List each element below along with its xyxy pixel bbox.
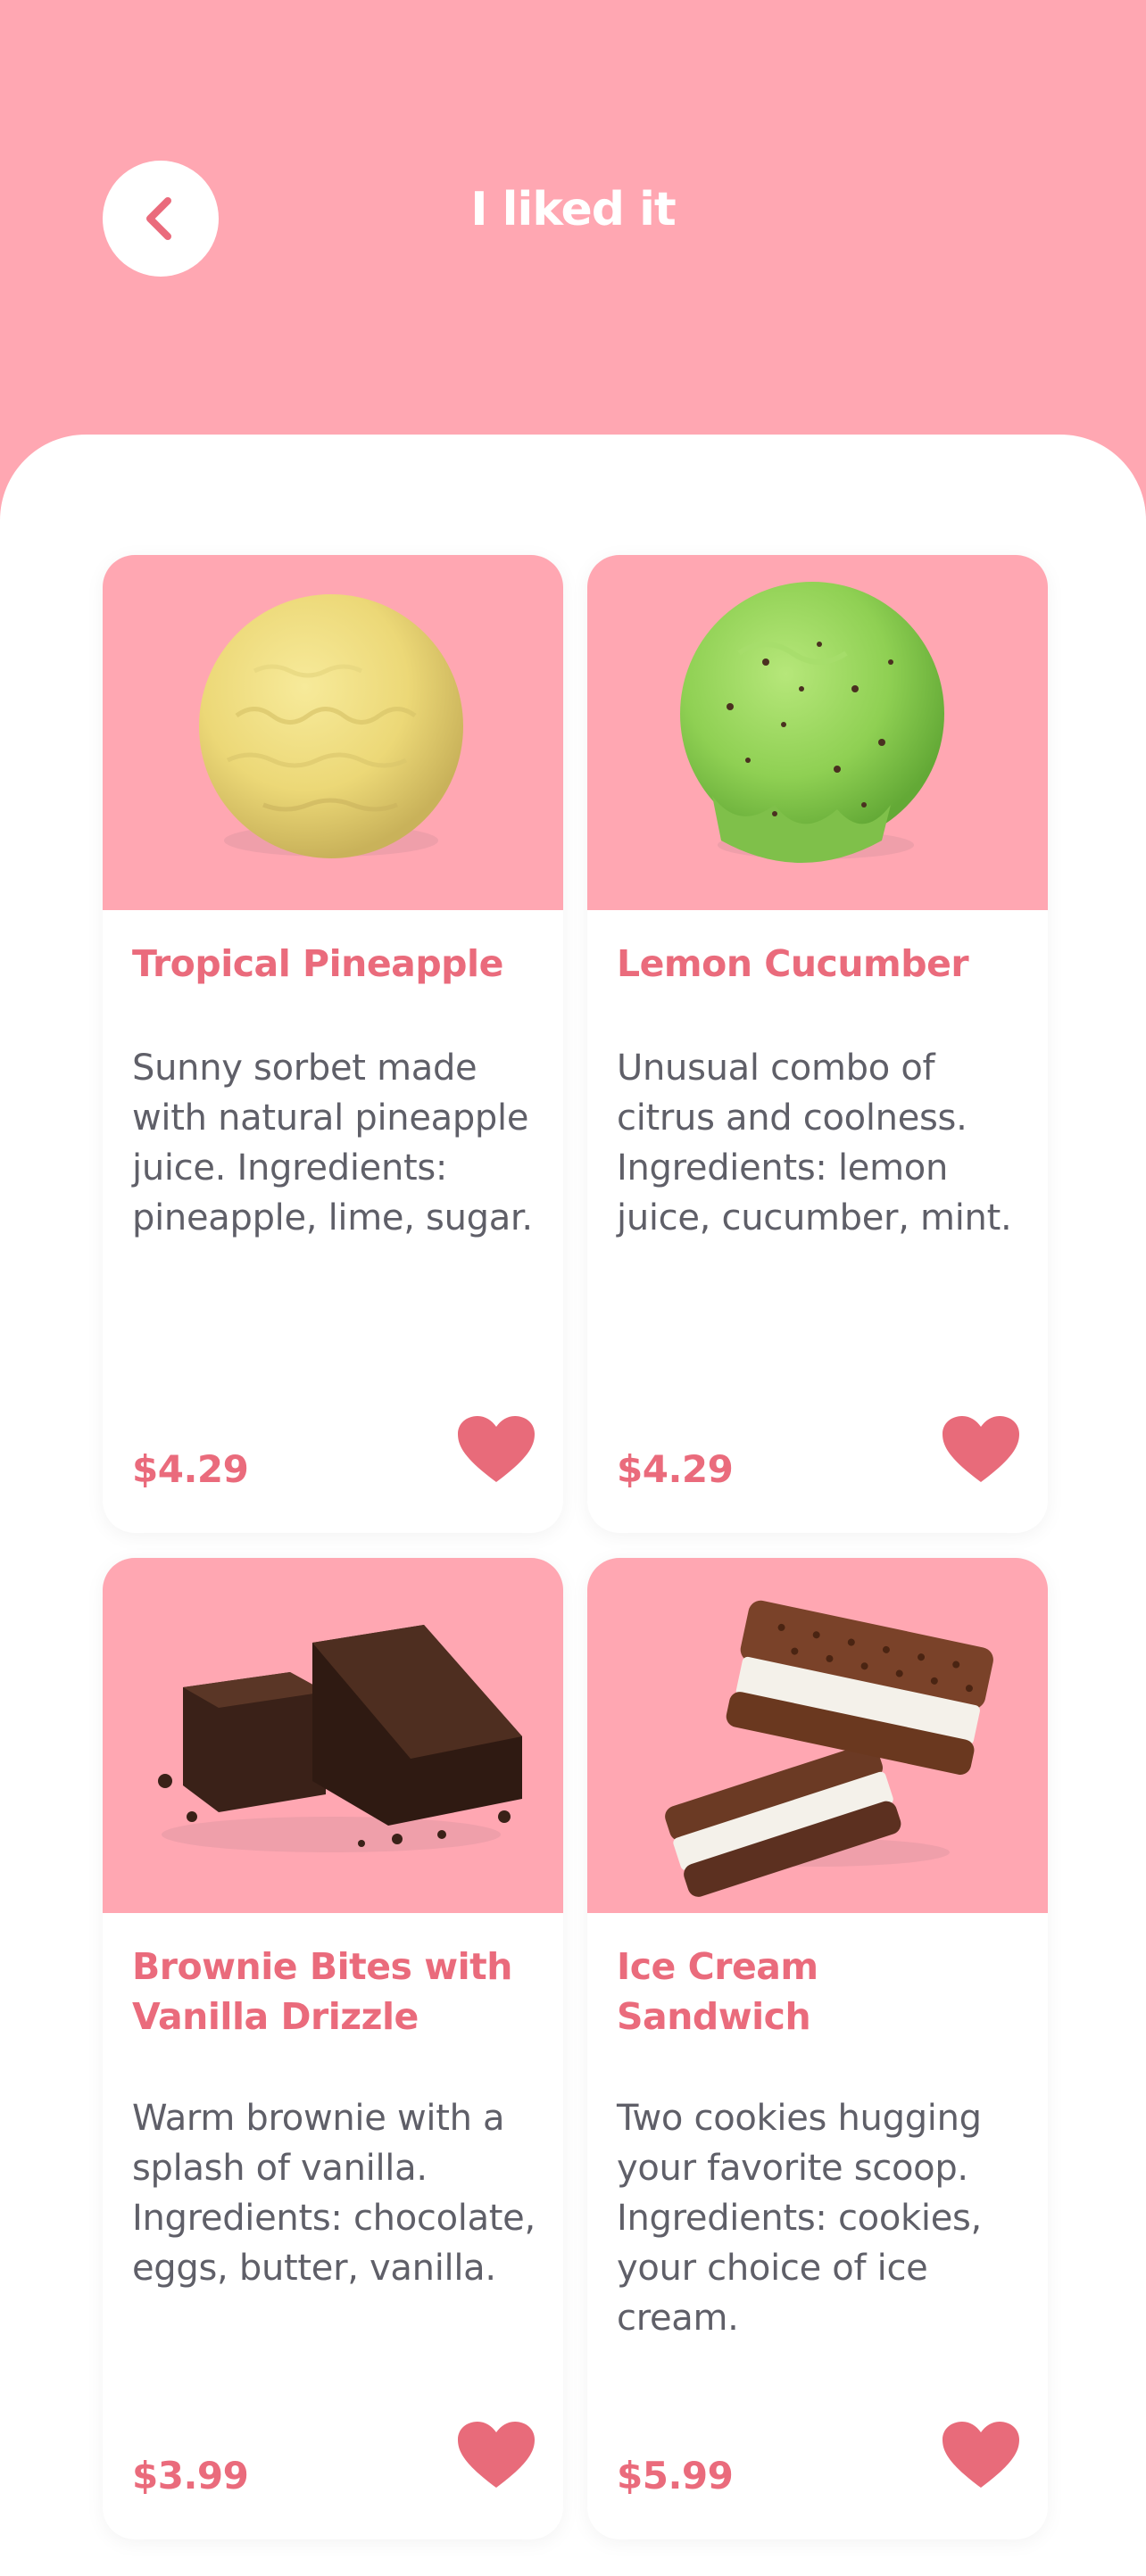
heart-icon <box>943 1416 1019 1482</box>
product-price: $3.99 <box>132 2454 249 2497</box>
favorite-button[interactable] <box>456 1414 536 1486</box>
header: I liked it <box>0 0 1146 464</box>
page-title: I liked it <box>470 183 677 236</box>
product-price: $5.99 <box>617 2454 734 2497</box>
cucumber-scoop-image <box>587 555 1048 910</box>
heart-icon <box>458 2422 535 2488</box>
favorite-button[interactable] <box>941 2420 1021 2491</box>
brownie-image <box>103 1558 563 1913</box>
product-description: Warm brownie with a splash of vanilla. I… <box>132 2098 536 2289</box>
pineapple-scoop-image <box>103 555 563 910</box>
product-price: $4.29 <box>617 1447 734 1491</box>
favorite-button[interactable] <box>941 1414 1021 1486</box>
product-title: Ice Cream Sandwich <box>617 1945 818 2038</box>
product-title: Tropical Pineapple <box>132 942 503 985</box>
product-card[interactable]: Ice Cream Sandwich Two cookies hugging y… <box>587 1558 1048 2539</box>
heart-icon <box>943 2422 1019 2488</box>
product-description: Sunny sorbet made with natural pineapple… <box>132 1048 533 1238</box>
product-card[interactable]: Brownie Bites with Vanilla Drizzle Warm … <box>103 1558 563 2539</box>
product-card[interactable]: Lemon Cucumber Unusual combo of citrus a… <box>587 555 1048 1533</box>
product-description: Unusual combo of citrus and coolness. In… <box>617 1048 1012 1238</box>
favorite-button[interactable] <box>456 2420 536 2491</box>
product-description: Two cookies hugging your favorite scoop.… <box>617 2098 982 2339</box>
product-title: Brownie Bites with Vanilla Drizzle <box>132 1945 512 2038</box>
product-title: Lemon Cucumber <box>617 942 969 985</box>
ice-cream-sandwich-image <box>587 1558 1048 1913</box>
heart-icon <box>458 1416 535 1482</box>
product-price: $4.29 <box>132 1447 249 1491</box>
product-card[interactable]: Tropical Pineapple Sunny sorbet made wit… <box>103 555 563 1533</box>
